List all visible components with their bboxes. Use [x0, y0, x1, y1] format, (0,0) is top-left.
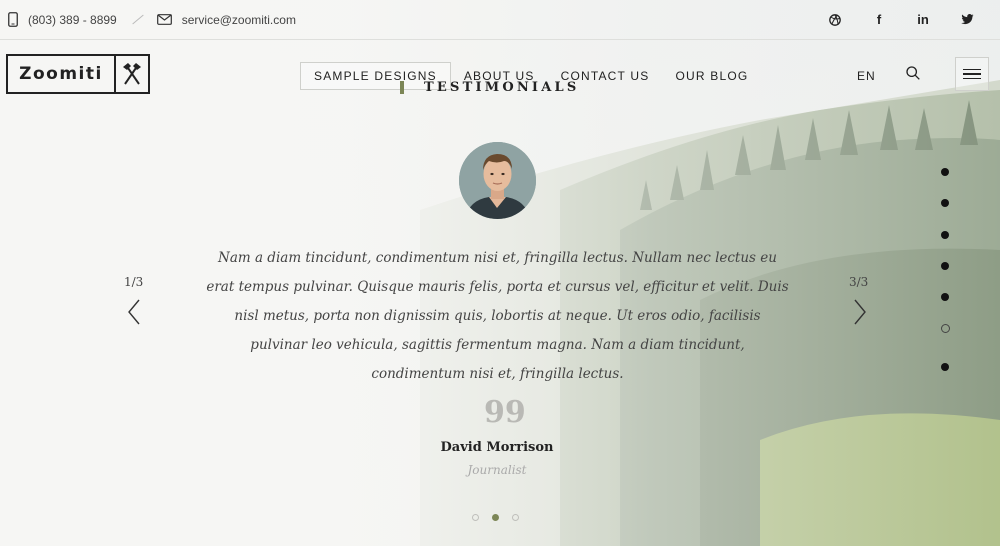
logo-wordmark: Zoomiti — [19, 64, 103, 84]
heading-accent-bar — [400, 81, 404, 94]
email-address: service@zoomiti.com — [181, 12, 296, 27]
top-bar: (803) 389 - 8899 service@zoomiti.com f i… — [0, 0, 1000, 40]
menu-line — [963, 77, 981, 80]
section-dot[interactable] — [941, 293, 949, 301]
email-contact[interactable]: service@zoomiti.com — [156, 12, 296, 27]
section-dot[interactable] — [941, 199, 949, 207]
next-slide-counter: 3/3 — [849, 275, 869, 289]
section-dots-nav — [940, 0, 951, 546]
mail-icon — [156, 14, 172, 25]
pager-dot[interactable] — [472, 514, 479, 521]
crossed-axes-icon — [114, 56, 148, 92]
phone-contact[interactable]: (803) 389 - 8899 — [8, 12, 117, 27]
section-heading: TESTIMONIALS — [400, 80, 579, 95]
contact-info: (803) 389 - 8899 service@zoomiti.com — [8, 12, 296, 27]
language-selector[interactable]: EN — [857, 69, 876, 83]
quote-mark-icon: 99 — [484, 395, 526, 430]
hamburger-menu-button[interactable] — [955, 57, 989, 91]
chevron-left-icon[interactable] — [127, 299, 141, 330]
menu-line — [963, 73, 981, 75]
section-dot[interactable] — [941, 168, 949, 176]
chevron-right-icon[interactable] — [853, 299, 867, 330]
section-dot[interactable] — [941, 231, 949, 239]
section-title: TESTIMONIALS — [424, 80, 580, 95]
pager-dot[interactable] — [512, 514, 519, 521]
search-icon[interactable] — [906, 66, 920, 85]
phone-number: (803) 389 - 8899 — [28, 12, 117, 27]
linkedin-icon[interactable]: in — [916, 12, 930, 27]
menu-line — [963, 68, 981, 71]
testimonial-author: David Morrison — [440, 440, 554, 455]
site-logo[interactable]: Zoomiti — [6, 54, 150, 94]
dribbble-icon[interactable] — [828, 13, 842, 27]
slider-pager — [472, 514, 519, 521]
section-dot[interactable] — [941, 363, 949, 371]
twitter-icon[interactable] — [960, 13, 974, 27]
section-dot[interactable] — [941, 262, 949, 270]
prev-slide-counter: 1/3 — [124, 275, 144, 289]
contact-divider — [132, 14, 144, 25]
testimonial-role: Journalist — [467, 463, 527, 477]
pager-dot-active[interactable] — [492, 514, 499, 521]
phone-icon — [8, 12, 18, 27]
testimonial-quote: Nam a diam tincidunt, condimentum nisi e… — [206, 250, 789, 382]
nav-item-our-blog[interactable]: OUR BLOG — [662, 63, 761, 89]
section-dot-active[interactable] — [940, 324, 950, 333]
facebook-icon[interactable]: f — [872, 12, 886, 27]
author-avatar — [459, 142, 536, 219]
